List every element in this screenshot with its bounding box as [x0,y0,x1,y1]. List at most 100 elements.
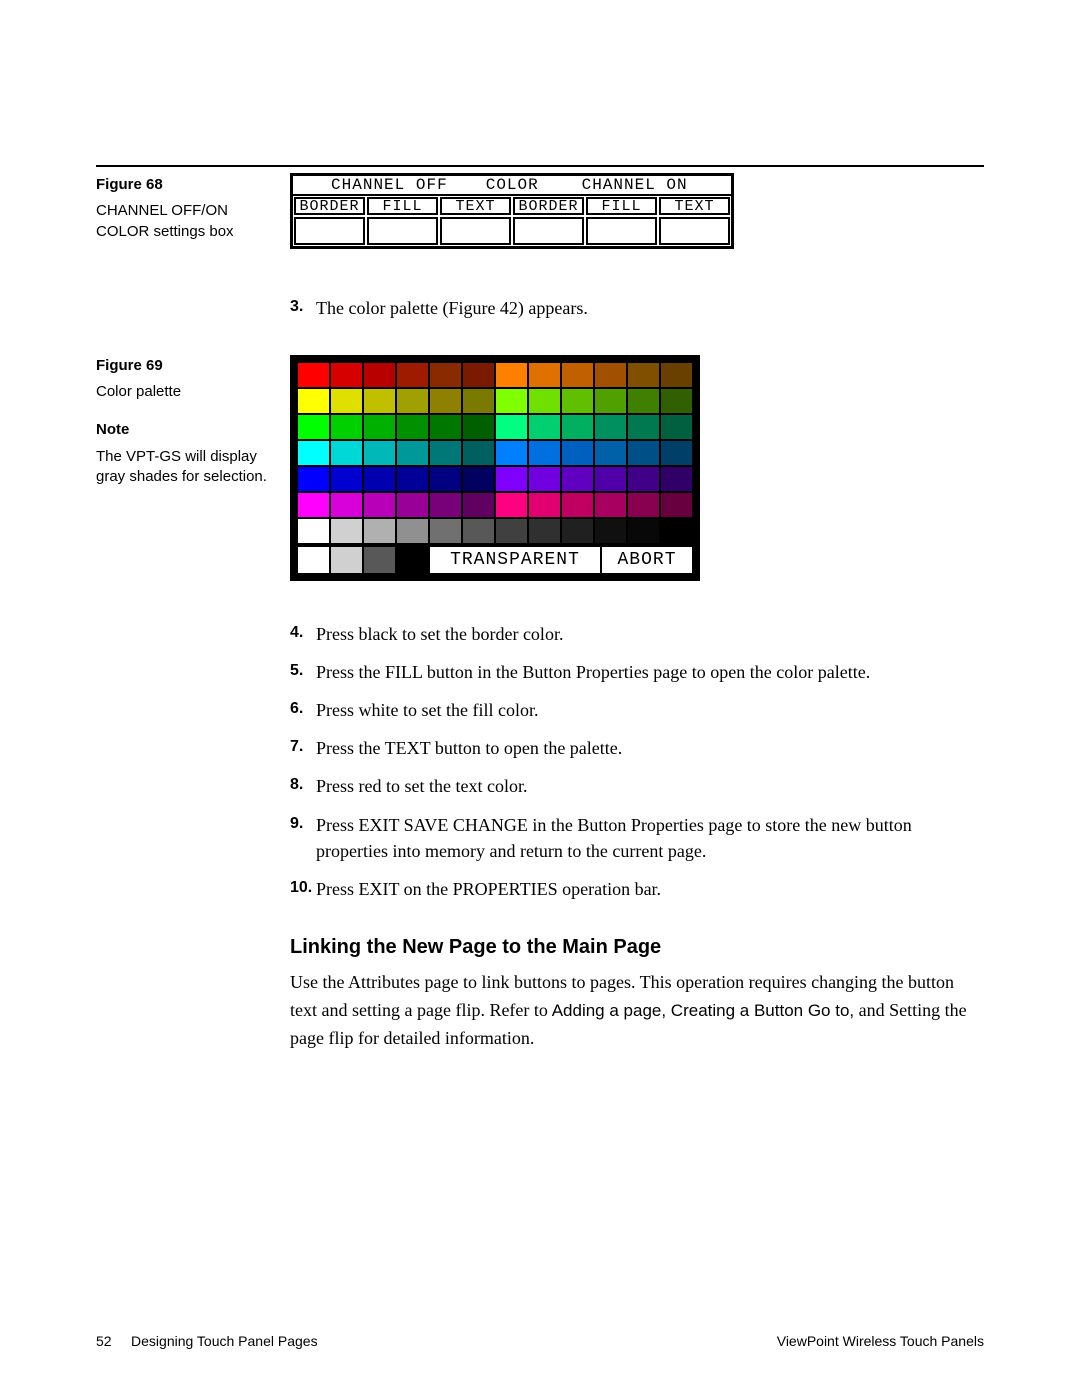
palette-swatch[interactable] [397,519,428,543]
abort-button[interactable]: ABORT [602,547,692,573]
palette-swatch[interactable] [661,519,692,543]
palette-swatch[interactable] [496,415,527,439]
palette-swatch[interactable] [562,415,593,439]
palette-swatch[interactable] [331,389,362,413]
palette-swatch[interactable] [628,415,659,439]
palette-swatch[interactable] [331,441,362,465]
palette-swatch[interactable] [496,441,527,465]
palette-swatch[interactable] [661,467,692,491]
palette-swatch[interactable] [595,389,626,413]
palette-swatch[interactable] [364,519,395,543]
palette-swatch[interactable] [496,493,527,517]
palette-swatch[interactable] [628,389,659,413]
palette-swatch[interactable] [463,441,494,465]
palette-swatch[interactable] [496,519,527,543]
palette-swatch[interactable] [595,467,626,491]
palette-swatch[interactable] [298,389,329,413]
palette-swatch[interactable] [628,441,659,465]
palette-swatch[interactable] [529,493,560,517]
palette-swatch[interactable] [595,519,626,543]
palette-swatch[interactable] [562,363,593,387]
palette-swatch[interactable] [364,363,395,387]
palette-swatch[interactable] [298,467,329,491]
step-5-number: 5. [290,659,316,685]
palette-swatch[interactable] [595,415,626,439]
transparent-button[interactable]: TRANSPARENT [430,547,600,573]
palette-swatch[interactable] [298,415,329,439]
palette-swatch[interactable] [397,441,428,465]
palette-swatch[interactable] [430,493,461,517]
palette-swatch[interactable] [595,363,626,387]
palette-swatch[interactable] [661,389,692,413]
palette-swatch[interactable] [331,493,362,517]
settings-value-fill-on[interactable] [586,217,657,245]
palette-swatch[interactable] [298,519,329,543]
palette-swatch[interactable] [397,363,428,387]
palette-swatch[interactable] [364,493,395,517]
palette-swatch[interactable] [298,547,329,573]
palette-swatch[interactable] [628,519,659,543]
palette-swatch[interactable] [364,441,395,465]
palette-swatch[interactable] [430,389,461,413]
palette-swatch[interactable] [463,363,494,387]
palette-swatch[interactable] [397,467,428,491]
palette-swatch[interactable] [397,493,428,517]
step-9: 9. Press EXIT SAVE CHANGE in the Button … [290,812,984,864]
palette-swatch[interactable] [430,519,461,543]
palette-swatch[interactable] [595,493,626,517]
palette-swatch[interactable] [529,519,560,543]
palette-swatch[interactable] [661,493,692,517]
palette-swatch[interactable] [331,519,362,543]
palette-swatch[interactable] [496,389,527,413]
palette-swatch[interactable] [562,467,593,491]
palette-swatch[interactable] [595,441,626,465]
palette-swatch[interactable] [529,441,560,465]
palette-swatch[interactable] [661,415,692,439]
settings-value-border-on[interactable] [513,217,584,245]
settings-value-text-off[interactable] [440,217,511,245]
step-10: 10. Press EXIT on the PROPERTIES operati… [290,876,984,902]
palette-swatch[interactable] [430,363,461,387]
palette-swatch[interactable] [397,547,428,573]
palette-swatch[interactable] [364,389,395,413]
palette-swatch[interactable] [430,415,461,439]
palette-swatch[interactable] [331,467,362,491]
palette-swatch[interactable] [298,363,329,387]
palette-swatch[interactable] [529,467,560,491]
palette-swatch[interactable] [331,547,362,573]
palette-swatch[interactable] [562,441,593,465]
palette-swatch[interactable] [397,415,428,439]
palette-swatch[interactable] [364,467,395,491]
palette-swatch[interactable] [463,519,494,543]
palette-swatch[interactable] [463,493,494,517]
palette-swatch[interactable] [562,389,593,413]
palette-swatch[interactable] [430,467,461,491]
palette-swatch[interactable] [331,363,362,387]
palette-swatch[interactable] [463,415,494,439]
palette-swatch[interactable] [298,493,329,517]
palette-swatch[interactable] [661,441,692,465]
palette-swatch[interactable] [562,519,593,543]
palette-swatch[interactable] [496,467,527,491]
palette-swatch[interactable] [397,389,428,413]
palette-swatch[interactable] [529,363,560,387]
palette-swatch[interactable] [463,467,494,491]
palette-swatch[interactable] [529,415,560,439]
step-8: 8. Press red to set the text color. [290,773,984,799]
palette-swatch[interactable] [661,363,692,387]
palette-swatch[interactable] [331,415,362,439]
palette-swatch[interactable] [364,547,395,573]
palette-swatch[interactable] [529,389,560,413]
palette-swatch[interactable] [463,389,494,413]
settings-value-text-on[interactable] [659,217,730,245]
palette-swatch[interactable] [430,441,461,465]
palette-swatch[interactable] [298,441,329,465]
palette-swatch[interactable] [562,493,593,517]
settings-value-fill-off[interactable] [367,217,438,245]
palette-swatch[interactable] [628,467,659,491]
settings-value-border-off[interactable] [294,217,365,245]
palette-swatch[interactable] [496,363,527,387]
palette-swatch[interactable] [364,415,395,439]
palette-swatch[interactable] [628,363,659,387]
palette-swatch[interactable] [628,493,659,517]
